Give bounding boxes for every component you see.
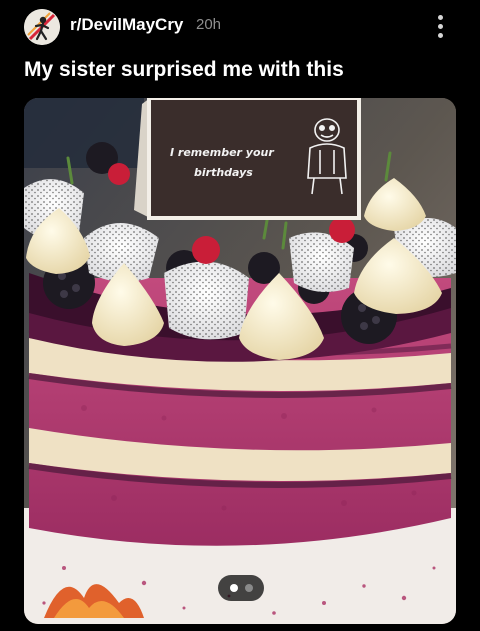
more-dot-icon	[437, 14, 443, 20]
page-dot-active-icon[interactable]	[229, 584, 238, 592]
page-dot-icon[interactable]	[244, 584, 253, 592]
card-text-line2: birthdays	[194, 166, 253, 179]
cake-photo: I remember your birthdays	[24, 98, 456, 624]
avatar-icon	[24, 9, 60, 45]
subreddit-name[interactable]: r/DevilMayCry	[70, 15, 183, 35]
carousel-page-indicator[interactable]	[218, 575, 264, 601]
card-text-line1: I remember your	[170, 146, 274, 159]
subreddit-avatar[interactable]	[24, 9, 60, 45]
post-image[interactable]: I remember your birthdays	[24, 98, 456, 624]
post-timestamp: 20h	[196, 16, 222, 33]
post-title[interactable]: My sister surprised me with this	[24, 58, 344, 82]
more-dot-icon	[437, 23, 443, 29]
more-dot-icon	[437, 32, 443, 38]
post-header: r/DevilMayCry 20h	[0, 0, 480, 50]
more-options-button[interactable]	[428, 11, 452, 41]
